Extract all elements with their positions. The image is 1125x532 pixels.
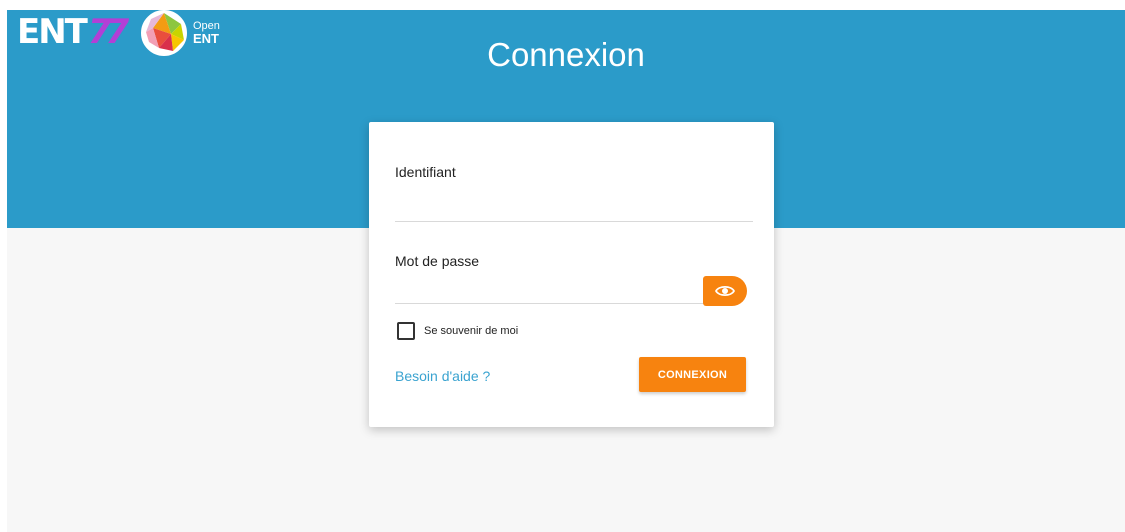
eye-icon (715, 285, 735, 297)
password-input[interactable] (395, 279, 695, 301)
username-label: Identifiant (395, 164, 456, 180)
remember-me-checkbox[interactable] (397, 322, 415, 340)
page-title: Connexion (487, 36, 645, 73)
help-link[interactable]: Besoin d'aide ? (395, 368, 490, 384)
password-underline (395, 303, 707, 304)
login-page: ENT 77 Open ENT Connexion Identifiant Mo… (7, 10, 1125, 532)
password-label: Mot de passe (395, 253, 480, 269)
login-card: Identifiant Mot de passe Se souvenir de … (369, 122, 774, 427)
remember-me[interactable]: Se souvenir de moi (397, 322, 518, 340)
username-underline (395, 221, 753, 222)
login-button[interactable]: CONNEXION (639, 357, 746, 392)
show-password-button[interactable] (703, 276, 747, 306)
username-input[interactable] (395, 196, 753, 218)
remember-me-label: Se souvenir de moi (424, 325, 519, 337)
